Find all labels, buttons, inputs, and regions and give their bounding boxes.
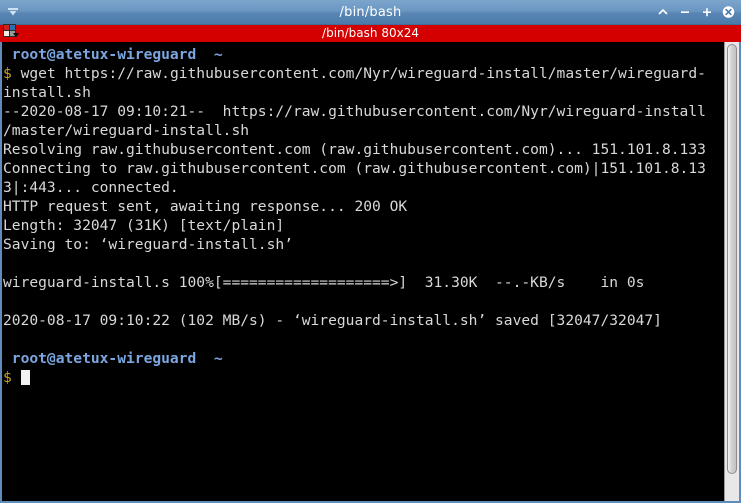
terminal-line: /master/wireguard-install.sh: [3, 121, 724, 140]
terminal-output-text: Length: 32047 (31K) [text/plain]: [3, 217, 285, 234]
prompt-dollar-sign: $: [3, 65, 12, 82]
window-menu-button[interactable]: [0, 0, 26, 25]
terminal-output-text: 3|:443... connected.: [3, 179, 179, 196]
chevron-down-icon: [6, 5, 20, 19]
shell-prompt-text: root@atetux-wireguard ~: [3, 350, 223, 367]
minimize-button[interactable]: [678, 4, 691, 20]
terminal-line: --2020-08-17 09:10:21-- https://raw.gith…: [3, 102, 724, 121]
terminal-output-text: 2020-08-17 09:10:22 (102 MB/s) - ‘wiregu…: [3, 312, 662, 329]
terminal-output-text: --2020-08-17 09:10:21-- https://raw.gith…: [3, 103, 706, 120]
terminal-line: [3, 254, 724, 273]
shade-button[interactable]: [656, 4, 669, 20]
terminal-output-text: install.sh: [3, 84, 91, 101]
window-title: /bin/bash: [339, 4, 402, 20]
terminal-output-text: [3, 293, 12, 310]
terminal-frame: root@atetux-wireguard ~ $ wget https://ra…: [0, 42, 741, 503]
terminal-line: install.sh: [3, 83, 724, 102]
terminal-line: [3, 292, 724, 311]
text-cursor: [20, 370, 30, 385]
terminal-output-text: Saving to: ‘wireguard-install.sh’: [3, 236, 293, 253]
terminal-line: wireguard-install.s 100%[===============…: [3, 273, 724, 292]
tab-title: /bin/bash 80x24: [322, 26, 419, 40]
terminal-line: Length: 32047 (31K) [text/plain]: [3, 216, 724, 235]
window-controls: [656, 4, 741, 20]
tab-menu-button[interactable]: [0, 24, 24, 43]
command-text: wget https://raw.githubusercontent.com/N…: [11, 65, 706, 82]
terminal-output-text: [3, 331, 12, 348]
terminal-output-text: /master/wireguard-install.sh: [3, 122, 250, 139]
prompt-dollar-sign: $: [3, 369, 12, 386]
vertical-scrollbar[interactable]: [724, 42, 739, 501]
terminal-line: HTTP request sent, awaiting response... …: [3, 197, 724, 216]
terminal-line: $ wget https://raw.githubusercontent.com…: [3, 64, 724, 83]
terminal-output-text: wireguard-install.s 100%[===============…: [3, 274, 645, 291]
terminal-screen[interactable]: root@atetux-wireguard ~ $ wget https://ra…: [2, 42, 724, 501]
terminal-line: root@atetux-wireguard ~: [3, 45, 724, 64]
terminal-output-text: HTTP request sent, awaiting response... …: [3, 198, 408, 215]
shell-prompt-text: root@atetux-wireguard ~: [3, 46, 223, 63]
terminal-output-text: [3, 255, 12, 272]
terminal-line: $: [3, 368, 724, 387]
tab-grid-icon: [3, 24, 21, 43]
command-input[interactable]: [12, 369, 21, 386]
maximize-button[interactable]: [700, 4, 713, 20]
terminal-tabbar[interactable]: /bin/bash 80x24: [0, 24, 741, 43]
terminal-line: root@atetux-wireguard ~: [3, 349, 724, 368]
terminal-output-text: Connecting to raw.githubusercontent.com …: [3, 160, 706, 177]
terminal-line: Connecting to raw.githubusercontent.com …: [3, 159, 724, 178]
terminal-line: Resolving raw.githubusercontent.com (raw…: [3, 140, 724, 159]
terminal-window: /bin/bash /bin/bash 80x24 root@atetux-wi…: [0, 0, 741, 503]
terminal-output-text: Resolving raw.githubusercontent.com (raw…: [3, 141, 706, 158]
close-button[interactable]: [722, 4, 735, 20]
terminal-line: [3, 330, 724, 349]
terminal-line: 2020-08-17 09:10:22 (102 MB/s) - ‘wiregu…: [3, 311, 724, 330]
scrollbar-thumb[interactable]: [727, 44, 737, 474]
terminal-line: Saving to: ‘wireguard-install.sh’: [3, 235, 724, 254]
terminal-line: 3|:443... connected.: [3, 178, 724, 197]
window-titlebar[interactable]: /bin/bash: [0, 0, 741, 25]
